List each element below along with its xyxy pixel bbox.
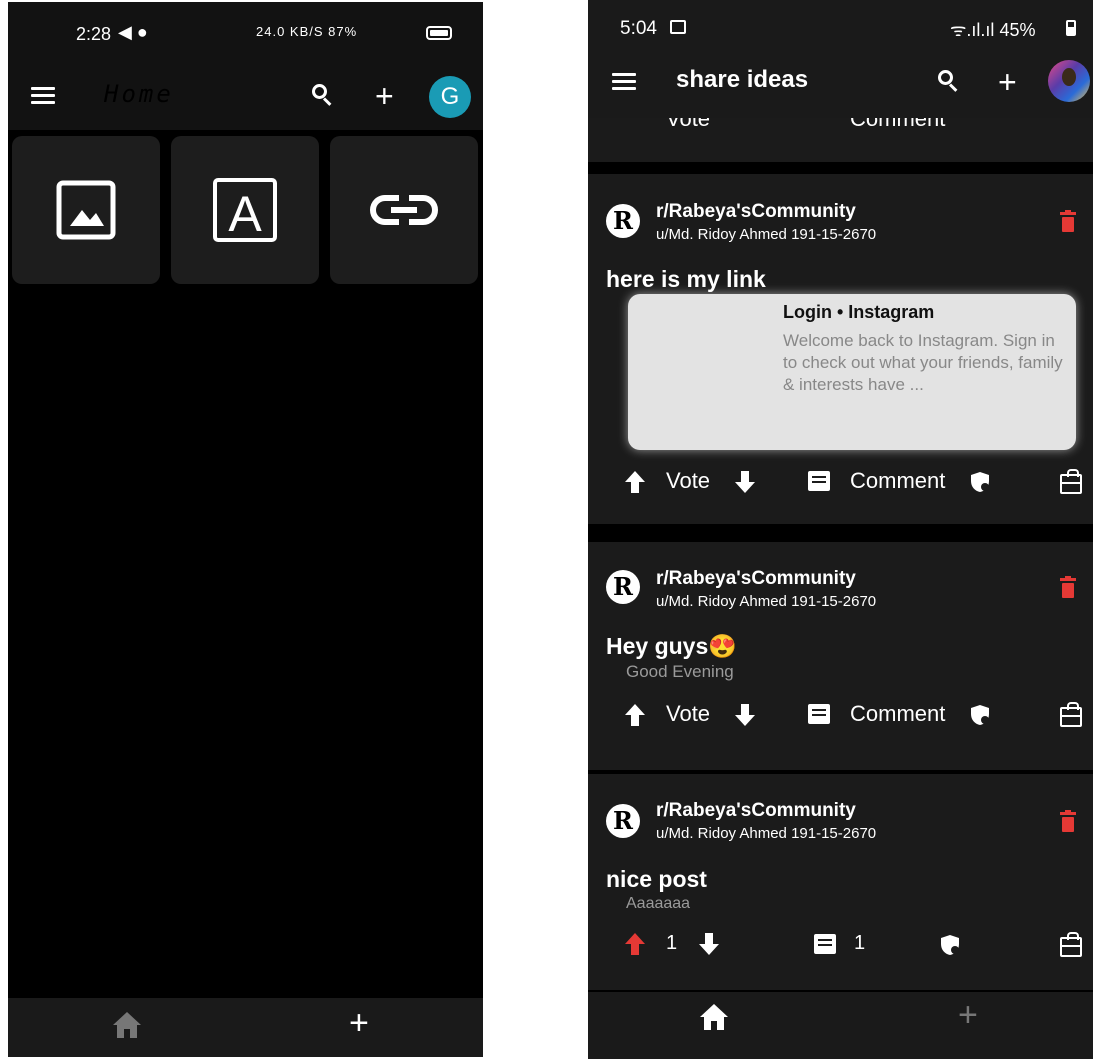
- status-time: 2:28: [76, 24, 112, 44]
- post-body: Aaaaaaa: [626, 895, 691, 912]
- battery-icon: [1066, 20, 1076, 36]
- post-title: nice post: [606, 866, 707, 892]
- upvote-icon[interactable]: [624, 703, 646, 727]
- downvote-icon[interactable]: [734, 703, 756, 727]
- community-name[interactable]: r/Rabeya'sCommunity: [656, 800, 856, 822]
- shield-icon[interactable]: [970, 704, 990, 726]
- home-icon[interactable]: [111, 1010, 143, 1040]
- page-title: share ideas: [676, 66, 809, 93]
- shield-icon[interactable]: [940, 934, 960, 956]
- comment-icon[interactable]: [808, 704, 830, 724]
- link-icon: [370, 195, 438, 225]
- app-bar: [588, 46, 1093, 118]
- gallery-icon: [670, 20, 686, 34]
- status-bar: 5:04 ᯤ.ıl.ıl 45%: [588, 0, 1093, 46]
- post-author[interactable]: u/Md. Ridoy Ahmed 191-15-2670: [656, 825, 876, 842]
- comment-label[interactable]: Comment: [850, 701, 945, 727]
- award-icon[interactable]: [1060, 469, 1082, 494]
- vote-label: Vote: [666, 118, 711, 131]
- status-time: 5:04: [620, 18, 657, 39]
- community-avatar[interactable]: R: [606, 570, 640, 604]
- text-icon-glyph: A: [228, 186, 262, 242]
- search-icon[interactable]: [312, 84, 334, 106]
- post-title: here is my link: [606, 266, 766, 292]
- post-body: Good Evening: [626, 662, 734, 681]
- status-indicators: 24.0 KB/S 87%: [256, 24, 358, 39]
- community-avatar[interactable]: R: [606, 204, 640, 238]
- comment-icon[interactable]: [808, 471, 830, 491]
- vote-count: 1: [666, 932, 678, 954]
- award-icon[interactable]: [1060, 932, 1082, 957]
- text-icon: A: [213, 178, 277, 242]
- signal-indicators: ᯤ.ıl.ıl 45%: [950, 20, 1036, 40]
- delete-icon[interactable]: [1060, 576, 1076, 598]
- menu-icon[interactable]: [31, 87, 55, 105]
- menu-icon[interactable]: [612, 73, 636, 91]
- create-link-post-button[interactable]: [330, 136, 478, 284]
- vote-label: Vote: [666, 468, 711, 493]
- link-preview-description: Welcome back to Instagram. Sign in to ch…: [783, 331, 1063, 394]
- comment-label[interactable]: Comment: [850, 468, 945, 494]
- downvote-icon[interactable]: [698, 932, 720, 956]
- telegram-icon: ◀ ●: [118, 22, 148, 42]
- upvote-icon[interactable]: [624, 470, 646, 494]
- delete-icon[interactable]: [1060, 810, 1076, 832]
- battery-icon: [426, 26, 452, 40]
- comment-label: Comment: [850, 118, 946, 131]
- community-name[interactable]: r/Rabeya'sCommunity: [656, 201, 856, 223]
- post-author[interactable]: u/Md. Ridoy Ahmed 191-15-2670: [656, 593, 876, 610]
- left-phone-screen: 2:28 ◀ ● 24.0 KB/S 87% Home + G A +: [8, 2, 483, 1057]
- shield-icon[interactable]: [970, 471, 990, 493]
- avatar[interactable]: [1048, 60, 1090, 102]
- status-bar: 2:28 ◀ ● 24.0 KB/S 87%: [8, 2, 483, 66]
- bottom-nav: [8, 998, 483, 1057]
- upvote-icon[interactable]: [624, 932, 646, 956]
- home-icon[interactable]: [698, 1002, 730, 1032]
- add-icon[interactable]: +: [998, 66, 1017, 98]
- add-nav-button[interactable]: +: [349, 1004, 369, 1043]
- image-icon: [56, 180, 116, 240]
- comment-count[interactable]: 1: [854, 932, 865, 955]
- post-title: Hey guys😍: [606, 633, 737, 659]
- link-preview-title: Login • Instagram: [783, 302, 935, 322]
- community-avatar[interactable]: R: [606, 804, 640, 838]
- right-phone-screen: 5:04 ᯤ.ıl.ıl 45% share ideas + Vote Comm…: [588, 0, 1093, 1059]
- post-card-partial: Vote Comment: [588, 118, 1093, 162]
- add-icon[interactable]: +: [375, 80, 394, 112]
- post-author[interactable]: u/Md. Ridoy Ahmed 191-15-2670: [656, 226, 876, 243]
- search-icon[interactable]: [938, 70, 960, 92]
- page-title: Home: [104, 80, 174, 108]
- add-nav-button[interactable]: +: [958, 996, 978, 1035]
- award-icon[interactable]: [1060, 702, 1082, 727]
- avatar[interactable]: G: [429, 76, 471, 118]
- downvote-icon[interactable]: [734, 470, 756, 494]
- vote-label: Vote: [666, 701, 711, 726]
- post-actions-partial: Vote Comment: [588, 118, 1093, 132]
- bottom-nav: [588, 992, 1093, 1059]
- create-text-post-button[interactable]: A: [171, 136, 319, 284]
- delete-icon[interactable]: [1060, 210, 1076, 232]
- app-bar: [8, 66, 483, 130]
- create-image-post-button[interactable]: [12, 136, 160, 284]
- community-name[interactable]: r/Rabeya'sCommunity: [656, 568, 856, 590]
- comment-icon[interactable]: [814, 934, 836, 954]
- battery-percent: 45%: [999, 20, 1036, 40]
